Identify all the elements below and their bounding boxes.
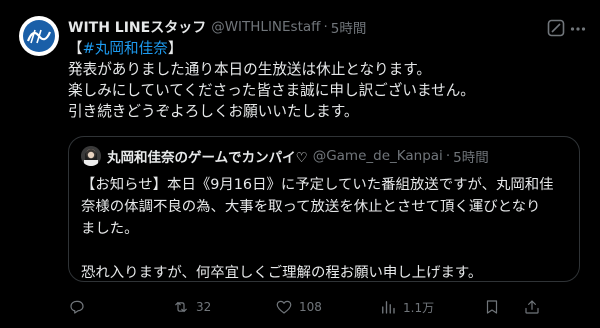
bookmark-button[interactable] bbox=[483, 298, 523, 316]
avatar-logo-icon bbox=[23, 20, 55, 52]
tweet-line-hashtag: 【#丸岡和佳奈】 bbox=[68, 38, 568, 59]
tweet-line: 引き続きどうぞよろしくお願いいたします。 bbox=[68, 103, 359, 120]
quote-line: 【お知らせ】本日《9月16日》に予定していた番組放送ですが、丸岡和佳 bbox=[81, 177, 554, 193]
like-icon bbox=[276, 300, 292, 314]
tweet-line: 楽しみにしていてくださった皆さま誠に申し訳ございません。 bbox=[68, 82, 475, 99]
like-button[interactable]: 108 bbox=[275, 298, 379, 316]
tweet-line: 発表がありました通り本日の生放送は休止となります。 bbox=[68, 61, 431, 78]
grok-icon[interactable] bbox=[546, 18, 566, 38]
retweet-button[interactable]: 32 bbox=[172, 298, 275, 316]
quote-time: 5時間 bbox=[453, 150, 489, 166]
author-handle[interactable]: @WITHLINEstaff bbox=[211, 19, 320, 35]
quote-avatar bbox=[81, 146, 101, 166]
share-button[interactable] bbox=[523, 298, 553, 316]
retweet-count: 32 bbox=[196, 300, 212, 314]
bookmark-icon bbox=[486, 300, 498, 314]
views-icon bbox=[382, 301, 395, 314]
tweet-body: 【#丸岡和佳奈】 発表がありました通り本日の生放送は休止となります。 楽しみにし… bbox=[68, 38, 568, 122]
avatar[interactable] bbox=[19, 16, 59, 56]
like-count: 108 bbox=[299, 300, 322, 314]
action-bar: 32 108 1.1万 bbox=[68, 297, 588, 317]
view-count: 1.1万 bbox=[403, 300, 435, 315]
quote-line bbox=[81, 240, 571, 262]
quote-author-handle: @Game_de_Kanpai bbox=[312, 148, 443, 164]
quoted-tweet[interactable]: 丸岡和佳奈のゲームでカンパイ♡ @Game_de_Kanpai · 5時間 【お… bbox=[68, 136, 580, 282]
quote-author-name: 丸岡和佳奈のゲームでカンパイ♡ bbox=[107, 150, 308, 166]
separator: · bbox=[445, 148, 451, 164]
quote-avatar-icon bbox=[81, 146, 101, 166]
tweet-time[interactable]: 5時間 bbox=[331, 17, 367, 37]
reply-button[interactable] bbox=[68, 298, 172, 316]
quote-line: 恐れ入りますが、何卒宜しくご理解の程お願い申し上げます。 bbox=[81, 265, 483, 281]
more-icon[interactable] bbox=[570, 26, 586, 32]
views-button[interactable]: 1.1万 bbox=[379, 298, 483, 316]
quote-line: ました。 bbox=[81, 221, 139, 237]
bracket-open: 【 bbox=[68, 40, 83, 57]
retweet-icon bbox=[175, 301, 187, 313]
quote-header: 丸岡和佳奈のゲームでカンパイ♡ @Game_de_Kanpai · 5時間 bbox=[107, 146, 571, 166]
quote-body: 【お知らせ】本日《9月16日》に予定していた番組放送ですが、丸岡和佳 奈様の体調… bbox=[81, 174, 571, 284]
quote-line: 奈様の体調不良の為、大事を取って放送を休止とさせて頂く運びとなり bbox=[81, 199, 541, 215]
author-name[interactable]: WITH LINEスタッフ bbox=[68, 17, 206, 37]
tweet-header: WITH LINEスタッフ @WITHLINEstaff · 5時間 bbox=[68, 16, 560, 38]
bracket-close: 】 bbox=[167, 40, 183, 57]
share-icon bbox=[525, 300, 539, 314]
separator: · bbox=[323, 19, 328, 35]
reply-icon bbox=[70, 300, 84, 314]
hashtag-link[interactable]: #丸岡和佳奈 bbox=[83, 40, 168, 57]
